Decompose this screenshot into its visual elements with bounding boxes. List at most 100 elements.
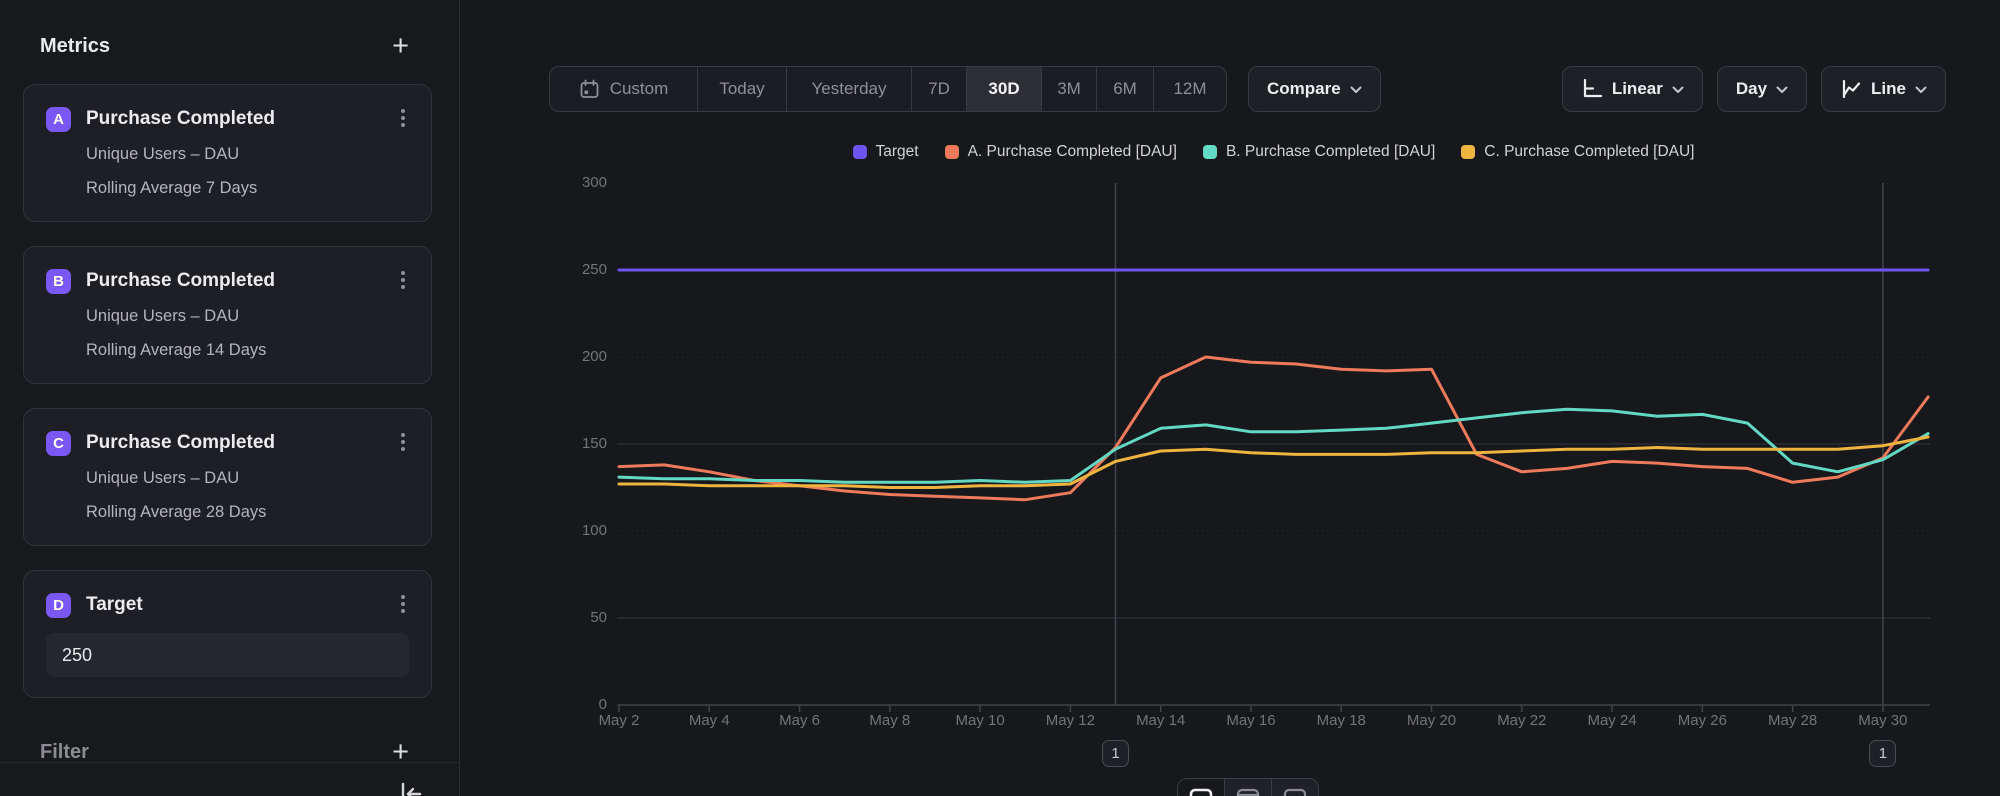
x-axis-tick-label: May 4: [664, 712, 754, 729]
series-line: [619, 409, 1928, 482]
metric-badge-d: D: [46, 593, 71, 618]
range-3m[interactable]: 3M: [1041, 67, 1096, 111]
y-axis-tick-label: 50: [507, 609, 607, 627]
x-axis-tick-label: May 20: [1387, 712, 1477, 729]
kebab-menu-icon[interactable]: [395, 593, 411, 615]
collapse-sidebar-button[interactable]: [397, 781, 423, 796]
legend-item[interactable]: Target: [853, 143, 919, 161]
y-axis-tick-label: 250: [507, 261, 607, 279]
chart-panel: Custom Today Yesterday 7D 30D 3M 6M 12M …: [460, 0, 2000, 796]
view-option-chart[interactable]: [1178, 779, 1224, 796]
x-axis-tick-label: May 12: [1025, 712, 1115, 729]
metrics-title: Metrics: [40, 35, 110, 58]
range-custom[interactable]: Custom: [550, 67, 697, 111]
panel-outline-icon: [1283, 788, 1307, 796]
x-axis-tick-label: May 6: [755, 712, 845, 729]
chevron-down-icon: [1672, 86, 1684, 94]
metric-transform: Rolling Average 7 Days: [86, 179, 409, 201]
metric-badge-c: C: [46, 431, 71, 456]
y-axis-tick-label: 150: [507, 435, 607, 453]
annotation-badge[interactable]: 1: [1102, 740, 1129, 767]
metrics-line-chart[interactable]: [617, 183, 1930, 717]
kebab-menu-icon[interactable]: [395, 431, 411, 453]
metric-card-b[interactable]: B Purchase Completed Unique Users – DAU …: [23, 246, 432, 384]
x-axis-tick-label: May 18: [1296, 712, 1386, 729]
add-filter-button[interactable]: +: [392, 741, 409, 763]
legend-swatch-icon: [945, 145, 959, 159]
linear-scale-icon: [1581, 78, 1603, 100]
target-value-input[interactable]: [46, 633, 409, 677]
chevron-down-icon: [1350, 86, 1362, 94]
x-axis-tick-label: May 22: [1477, 712, 1567, 729]
chart-panel-icon: [1189, 788, 1213, 796]
interval-selector-button[interactable]: Day: [1717, 66, 1807, 112]
line-chart-icon: [1840, 78, 1862, 100]
x-axis-tick-label: May 30: [1838, 712, 1928, 729]
chart-legend: Target A. Purchase Completed [DAU] B. Purc…: [617, 143, 1930, 161]
legend-label: C. Purchase Completed [DAU]: [1484, 143, 1694, 161]
legend-swatch-icon: [1203, 145, 1217, 159]
metric-transform: Rolling Average 28 Days: [86, 503, 409, 525]
chevron-down-icon: [1915, 86, 1927, 94]
date-range-selector: Custom Today Yesterday 7D 30D 3M 6M 12M: [549, 66, 1227, 112]
metric-title: Purchase Completed: [86, 270, 275, 292]
metric-card-c[interactable]: C Purchase Completed Unique Users – DAU …: [23, 408, 432, 546]
view-option-grid[interactable]: [1271, 779, 1318, 796]
target-card[interactable]: D Target: [23, 570, 432, 698]
metric-measure: Unique Users – DAU: [86, 145, 409, 167]
kebab-menu-icon[interactable]: [395, 269, 411, 291]
legend-label: Target: [876, 143, 919, 161]
x-axis-tick-label: May 26: [1657, 712, 1747, 729]
range-7d[interactable]: 7D: [911, 67, 966, 111]
chevron-down-icon: [1776, 86, 1788, 94]
filter-title: Filter: [40, 741, 89, 764]
metric-card-a[interactable]: A Purchase Completed Unique Users – DAU …: [23, 84, 432, 222]
x-axis-tick-label: May 24: [1567, 712, 1657, 729]
view-option-table[interactable]: [1224, 779, 1271, 796]
legend-label: B. Purchase Completed [DAU]: [1226, 143, 1435, 161]
chart-view-toggle: [1177, 778, 1319, 796]
panel-with-header-icon: [1236, 788, 1260, 796]
x-axis-tick-label: May 14: [1116, 712, 1206, 729]
x-axis-tick-label: May 16: [1206, 712, 1296, 729]
legend-item[interactable]: C. Purchase Completed [DAU]: [1461, 143, 1694, 161]
chart-type-selector-button[interactable]: Line: [1821, 66, 1946, 112]
metric-badge-b: B: [46, 269, 71, 294]
series-line: [619, 357, 1928, 500]
legend-item[interactable]: A. Purchase Completed [DAU]: [945, 143, 1177, 161]
add-metric-button[interactable]: +: [392, 35, 409, 57]
x-axis-tick-label: May 28: [1748, 712, 1838, 729]
metric-badge-a: A: [46, 107, 71, 132]
y-axis-tick-label: 300: [507, 174, 607, 192]
compare-button[interactable]: Compare: [1248, 66, 1381, 112]
y-axis-tick-label: 100: [507, 522, 607, 540]
range-6m[interactable]: 6M: [1096, 67, 1153, 111]
metrics-sidebar: Metrics + A Purchase Completed Unique Us…: [0, 0, 460, 796]
legend-label: A. Purchase Completed [DAU]: [968, 143, 1177, 161]
metric-title: Purchase Completed: [86, 432, 275, 454]
range-yesterday[interactable]: Yesterday: [786, 67, 911, 111]
metrics-header: Metrics +: [40, 32, 409, 60]
range-12m[interactable]: 12M: [1153, 67, 1226, 111]
range-today[interactable]: Today: [697, 67, 786, 111]
y-axis-tick-label: 200: [507, 348, 607, 366]
sidebar-divider: [0, 762, 459, 763]
kebab-menu-icon[interactable]: [395, 107, 411, 129]
legend-item[interactable]: B. Purchase Completed [DAU]: [1203, 143, 1435, 161]
metric-measure: Unique Users – DAU: [86, 307, 409, 329]
legend-swatch-icon: [1461, 145, 1475, 159]
metric-transform: Rolling Average 14 Days: [86, 341, 409, 363]
scale-selector-button[interactable]: Linear: [1562, 66, 1703, 112]
annotation-badge[interactable]: 1: [1869, 740, 1896, 767]
x-axis-tick-label: May 8: [845, 712, 935, 729]
x-axis-tick-label: May 2: [574, 712, 664, 729]
legend-swatch-icon: [853, 145, 867, 159]
collapse-left-icon: [397, 781, 423, 796]
chart-toolbar: Custom Today Yesterday 7D 30D 3M 6M 12M …: [549, 66, 1946, 112]
app-root: Metrics + A Purchase Completed Unique Us…: [0, 0, 2000, 796]
range-30d[interactable]: 30D: [966, 67, 1041, 111]
target-title: Target: [86, 594, 143, 616]
x-axis-tick-label: May 10: [935, 712, 1025, 729]
metric-measure: Unique Users – DAU: [86, 469, 409, 491]
metric-title: Purchase Completed: [86, 108, 275, 130]
